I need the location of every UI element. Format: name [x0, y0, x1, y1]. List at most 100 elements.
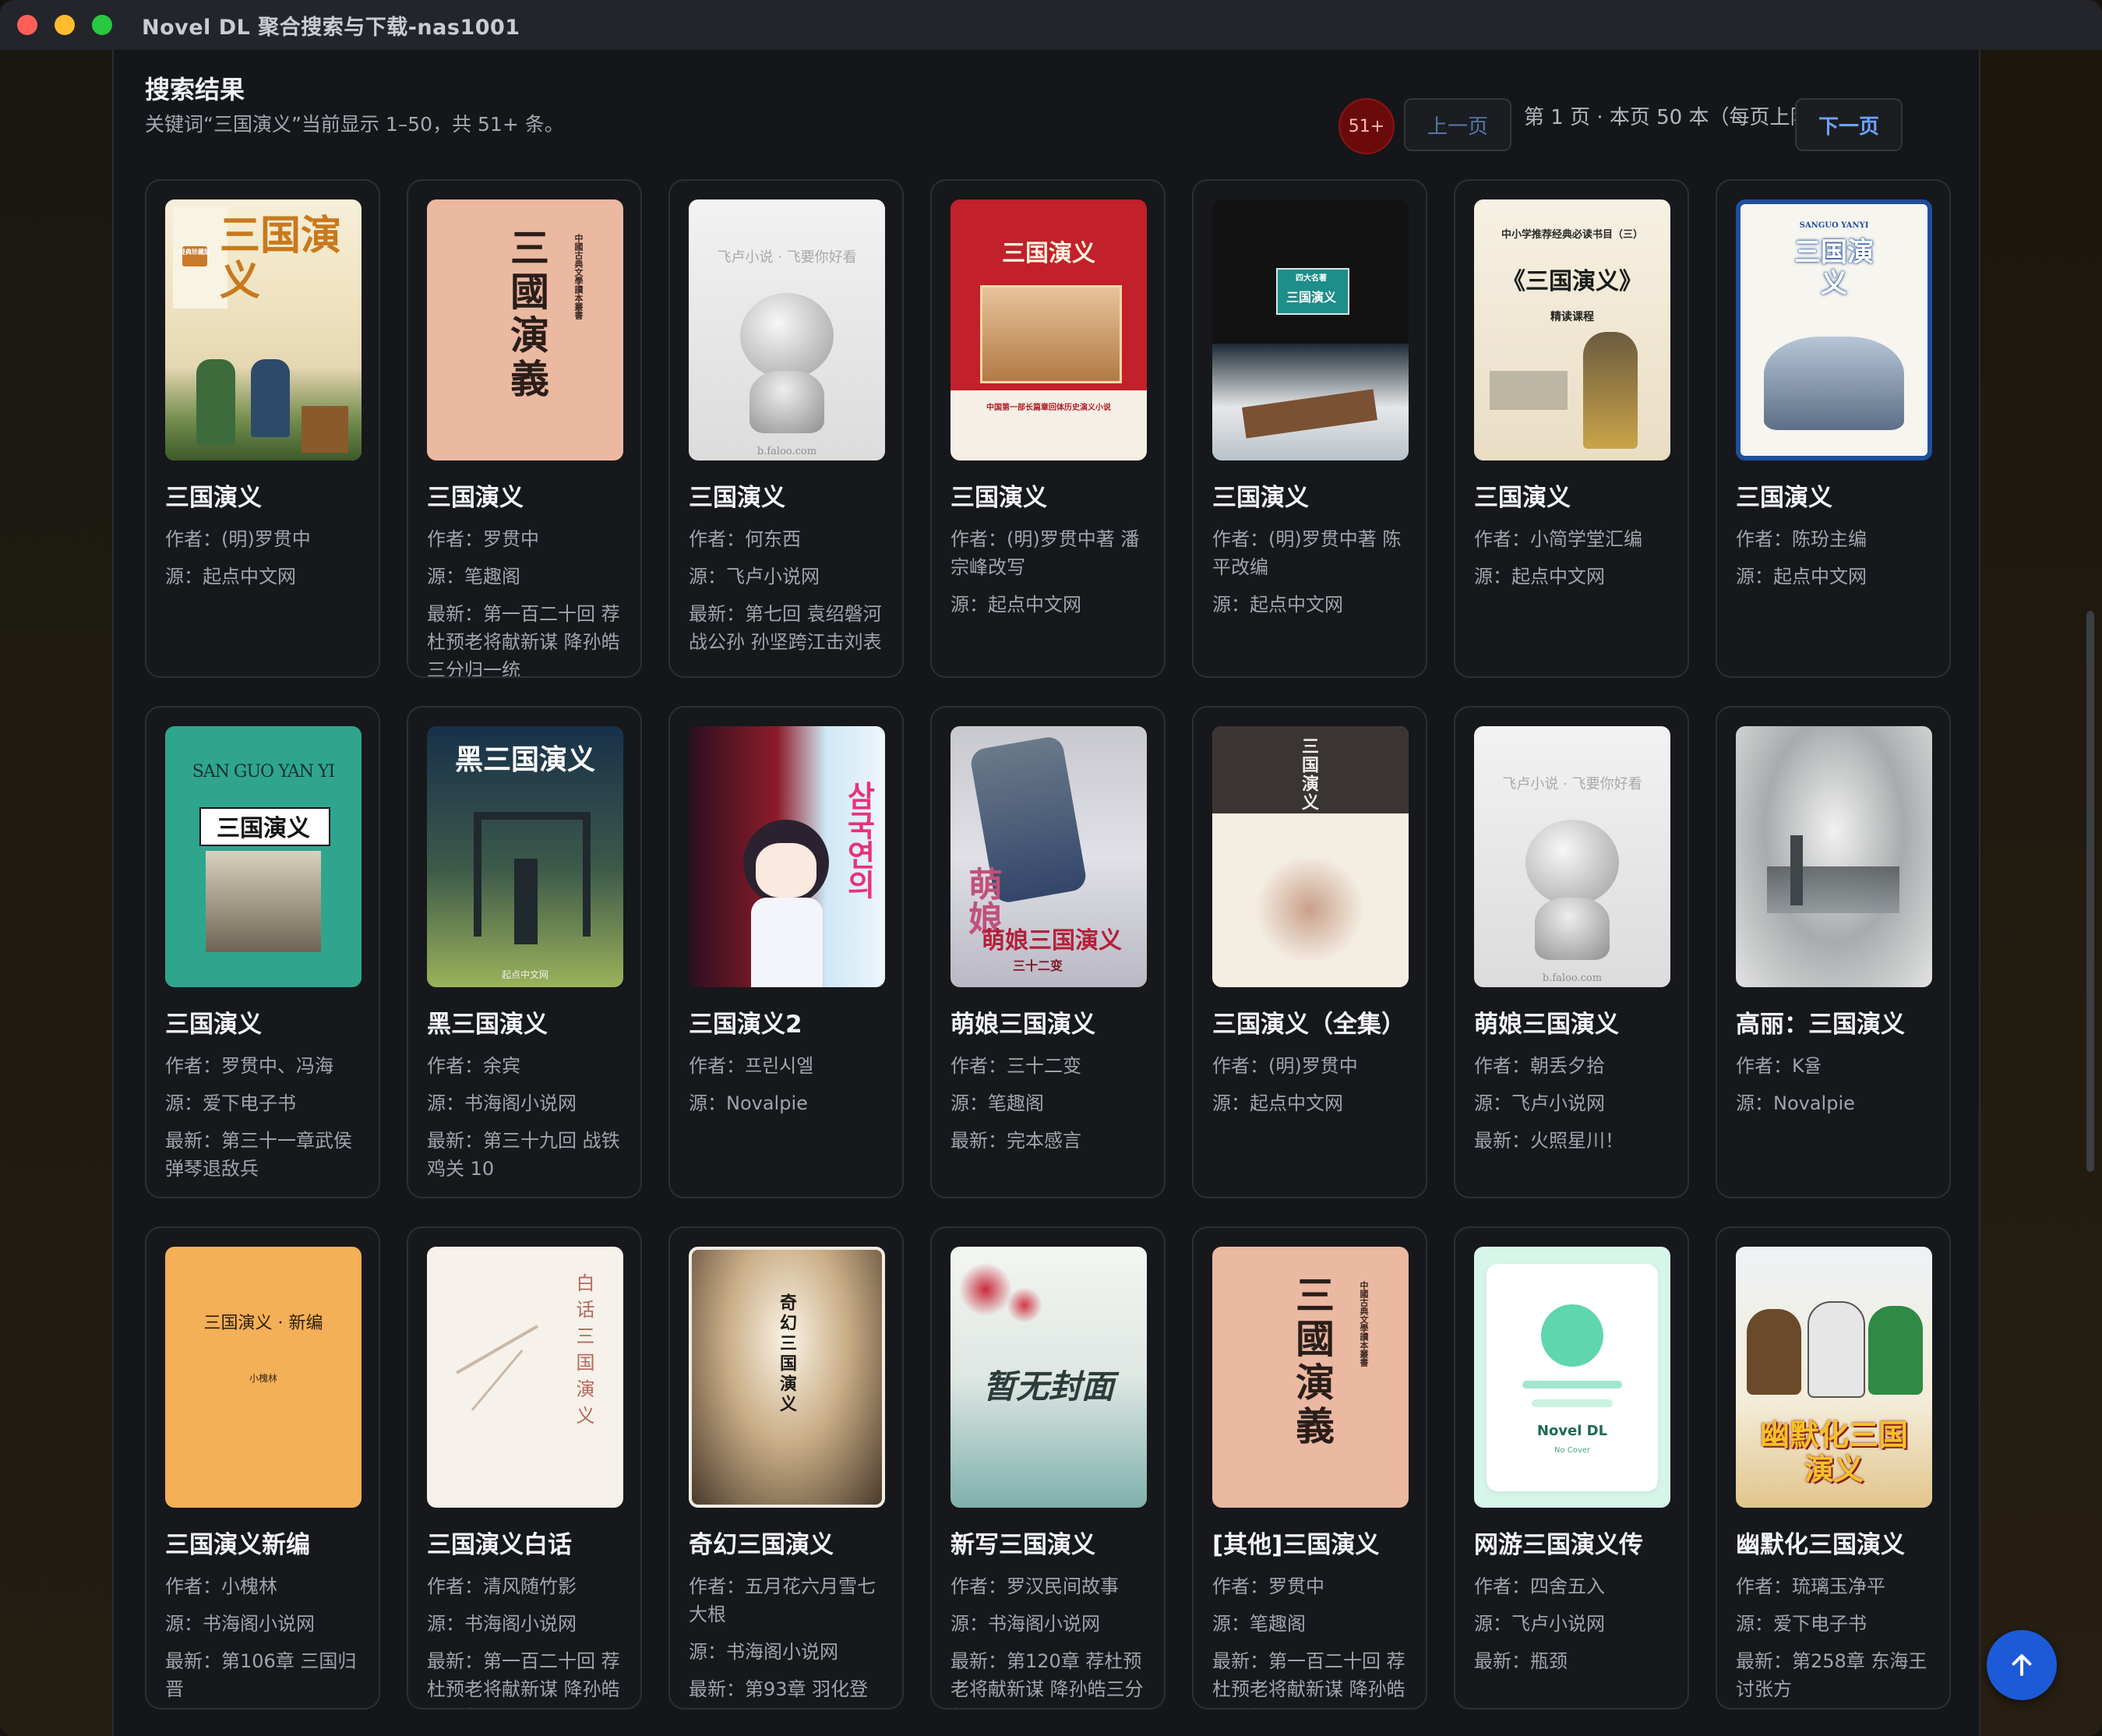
cover-subtitle: 四大名著: [1296, 274, 1327, 283]
book-title: 三国演义: [165, 484, 262, 512]
app-window: Novel DL 聚合搜索与下载-nas1001 搜索结果 关键词“三国演义”当…: [0, 0, 2102, 1736]
book-latest: 最新：第一百二十回 荐杜预老将献新谋 降孙皓三分归一统: [427, 603, 620, 678]
book-card[interactable]: 三国演义 四大名著 三国演义 作者：(明)罗贯中著 陈平改编 源：起点中文网: [1192, 179, 1427, 678]
book-card[interactable]: SAN GUO YAN YI 三国演义 三国演义 作者：罗贯中、冯海 源：爱下电…: [145, 706, 380, 1198]
book-cover: 三國演義 中國古典文學讀本叢書: [427, 199, 623, 460]
window-title: Novel DL 聚合搜索与下载-nas1001: [142, 15, 520, 40]
book-latest: 最新：第三十一章武侯弹琴退敌兵: [165, 1130, 352, 1180]
book-card[interactable]: 三國演義 中國古典文學讀本叢書 三国演义 作者：罗贯中 源：笔趣阁 最新：第一百…: [407, 179, 642, 678]
book-card[interactable]: 飞卢小说 · 飞要你好看 b.faloo.com 萌娘三国演义 作者：朝丢夕拾 …: [1454, 706, 1689, 1198]
book-cover: 三国演义 四大名著: [1212, 199, 1409, 460]
scroll-to-top-button[interactable]: [1987, 1630, 2057, 1700]
book-card[interactable]: 三国演义 · 新编 小槐林 三国演义新编 作者：小槐林 源：书海阁小说网 最新：…: [145, 1226, 380, 1710]
book-card[interactable]: 萌娘 萌娘三国演义 三十二变 萌娘三国演义 作者：三十二变 源：笔趣阁 最新：完…: [930, 706, 1166, 1198]
book-source: 源：书海阁小说网: [427, 1092, 577, 1114]
book-meta: 作者：小槐林 源：书海阁小说网 最新：第106章 三国归晋: [165, 1572, 360, 1703]
book-meta: 作者：余宾 源：书海阁小说网 最新：第三十九回 战铁鸡关 10: [427, 1052, 622, 1183]
book-meta: 作者：罗汉民间故事 源：书海阁小说网 最新：第120章 荐杜预老将献新谋 降孙皓…: [950, 1572, 1145, 1708]
book-cover: 萌娘 萌娘三国演义 三十二变: [950, 726, 1147, 987]
book-card[interactable]: 暂无封面 新写三国演义 作者：罗汉民间故事 源：书海阁小说网 最新：第120章 …: [930, 1226, 1166, 1710]
next-page-button[interactable]: 下一页: [1795, 98, 1903, 151]
book-meta: 作者：罗贯中 源：笔趣阁 最新：第一百二十回 荐杜预老将献新谋 降孙皓三分归一统: [427, 525, 622, 678]
book-title: 黑三国演义: [427, 1011, 548, 1039]
book-author: 作者：(明)罗贯中著 潘宗峰改写: [950, 528, 1140, 578]
book-card[interactable]: 中小学推荐经典必读书目（三） 《三国演义》 精读课程 三国演义 作者：小简学堂汇…: [1454, 179, 1689, 678]
book-card[interactable]: 三国演义 经典珍藏版 三国演义 作者：(明)罗贯中 源：起点中文网: [145, 179, 380, 678]
book-title: 萌娘三国演义: [950, 1011, 1095, 1039]
book-author: 作者：罗贯中、冯海: [165, 1055, 333, 1077]
book-source: 源：书海阁小说网: [427, 1613, 577, 1635]
book-source: 源：飞卢小说网: [1474, 1613, 1605, 1635]
book-title: 高丽：三国演义: [1736, 1011, 1905, 1039]
book-cover: 飞卢小说 · 飞要你好看 b.faloo.com: [689, 199, 885, 460]
cover-title: 幽默化三国演义: [1759, 1417, 1908, 1487]
book-card[interactable]: 三国演义 中国第一部长篇章回体历史演义小说 三国演义 作者：(明)罗贯中著 潘宗…: [930, 179, 1166, 678]
cover-title: 三国演义: [1794, 237, 1874, 299]
book-card[interactable]: 奇幻三国演义 奇幻三国演义 作者：五月花六月雪七大根 源：书海阁小说网 最新：第…: [668, 1226, 904, 1710]
cover-title: 三国演义: [220, 212, 342, 305]
book-card[interactable]: 白话三国演义 三国演义白话 作者：清风随竹影 源：书海阁小说网 最新：第一百二十…: [407, 1226, 642, 1710]
book-meta: 作者：K율 源：Novalpie: [1736, 1052, 1931, 1117]
book-card[interactable]: 三國演義 中國古典文學讀本叢書 [其他]三国演义 作者：罗贯中 源：笔趣阁 最新…: [1192, 1226, 1427, 1710]
cover-title: 黑三国演义: [454, 743, 595, 776]
book-author: 作者：陈玢主编: [1736, 528, 1867, 550]
book-latest: 最新：第106章 三国归晋: [165, 1650, 357, 1700]
book-cover: 三国演义 · 新编 小槐林: [165, 1247, 362, 1508]
book-card[interactable]: 三国演义 三国演义（全集） 作者：(明)罗贯中 源：起点中文网: [1192, 706, 1427, 1198]
book-title: 三国演义: [1474, 484, 1571, 512]
book-title: 奇幻三国演义: [689, 1531, 834, 1559]
book-source: 源：飞卢小说网: [689, 566, 820, 587]
book-card[interactable]: 삼국연의 三国演义2 作者：프린시엘 源：Novalpie: [668, 706, 904, 1198]
book-cover: SAN GUO YAN YI 三国演义: [165, 726, 362, 987]
book-card[interactable]: 飞卢小说 · 飞要你好看 b.faloo.com 三国演义 作者：何东西 源：飞…: [668, 179, 904, 678]
cover-title: 奇幻三国演义: [777, 1293, 797, 1415]
cover-title: 삼국연의: [841, 781, 876, 899]
book-meta: 作者：朝丢夕拾 源：飞卢小说网 最新：火照星川！: [1474, 1052, 1669, 1155]
cover-title: 暂无封面: [982, 1367, 1114, 1406]
book-author: 作者：何东西: [689, 528, 801, 550]
cover-subtitle: 中国第一部长篇章回体历史演义小说: [986, 404, 1111, 412]
zoom-window-button[interactable]: [92, 15, 112, 35]
cover-title: 三国演义: [1002, 240, 1095, 267]
cover-title: 三國演義: [504, 228, 550, 402]
book-cover: 三国演义 中国第一部长篇章回体历史演义小说: [950, 199, 1147, 460]
book-cover: 黑三国演义 起点中文网: [427, 726, 623, 987]
book-latest: 最新：瓶颈: [1474, 1650, 1568, 1672]
book-author: 作者：프린시엘: [689, 1055, 814, 1077]
book-title: 三国演义白话: [427, 1531, 572, 1559]
scrollbar-thumb[interactable]: [2086, 611, 2094, 1172]
book-meta: 作者：(明)罗贯中 源：起点中文网: [165, 525, 360, 591]
book-meta: 作者：陈玢主编 源：起点中文网: [1736, 525, 1931, 591]
book-latest: 最新：第七回 袁绍磐河战公孙 孙坚跨江击刘表: [689, 603, 882, 653]
window-controls: [17, 15, 112, 35]
book-title: 三国演义: [950, 484, 1047, 512]
title-bar: Novel DL 聚合搜索与下载-nas1001: [0, 0, 2102, 51]
book-author: 作者：琉璃玉净平: [1736, 1575, 1885, 1597]
book-cover: Novel DL No Cover: [1474, 1247, 1670, 1508]
book-source: 源：飞卢小说网: [1474, 1092, 1605, 1114]
result-count-badge: 51+: [1338, 98, 1395, 154]
book-card[interactable]: 高丽：三国演义 作者：K율 源：Novalpie: [1716, 706, 1951, 1198]
search-results-panel: 搜索结果 关键词“三国演义”当前显示 1–50，共 51+ 条。 51+ 上一页…: [114, 50, 1979, 1736]
book-card[interactable]: 黑三国演义 起点中文网 黑三国演义 作者：余宾 源：书海阁小说网 最新：第三十九…: [407, 706, 642, 1198]
book-meta: 作者：何东西 源：飞卢小说网 最新：第七回 袁绍磐河战公孙 孙坚跨江击刘表: [689, 525, 883, 656]
book-author: 作者：(明)罗贯中著 陈平改编: [1212, 528, 1402, 578]
book-title: 三国演义: [1212, 484, 1309, 512]
book-source: 源：书海阁小说网: [689, 1641, 838, 1663]
book-author: 作者：罗汉民间故事: [950, 1575, 1119, 1597]
cover-subtitle: SANGUO YANYI: [1799, 221, 1869, 230]
cover-title: 三國演義: [1289, 1275, 1335, 1449]
book-card[interactable]: Novel DL No Cover 网游三国演义传 作者：四舍五入 源：飞卢小说…: [1454, 1226, 1689, 1710]
close-window-button[interactable]: [17, 15, 37, 35]
book-card[interactable]: 幽默化三国演义 幽默化三国演义 作者：琉璃玉净平 源：爱下电子书 最新：第258…: [1716, 1226, 1951, 1710]
book-title: [其他]三国演义: [1212, 1531, 1380, 1559]
book-source: 源：爱下电子书: [165, 1092, 296, 1114]
book-source: 源：笔趣阁: [1212, 1613, 1306, 1635]
minimize-window-button[interactable]: [55, 15, 75, 35]
cover-subtitle: 中國古典文學讀本叢書: [573, 234, 584, 319]
cover-tag: 精读课程: [1550, 311, 1594, 323]
book-author: 作者：小槐林: [165, 1575, 277, 1597]
prev-page-button[interactable]: 上一页: [1404, 98, 1511, 151]
cover-title: 三国演义: [217, 815, 310, 842]
book-card[interactable]: SANGUO YANYI 三国演义 三国演义 作者：陈玢主编 源：起点中文网: [1716, 179, 1951, 678]
